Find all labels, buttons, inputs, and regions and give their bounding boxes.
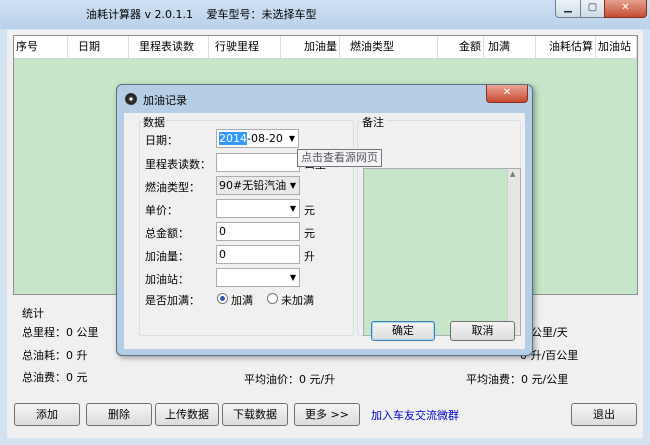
- column-header-fuel-type[interactable]: 燃油类型: [340, 36, 438, 58]
- unit-price-label: 单价：: [145, 204, 178, 217]
- km-per-day: 公里/天: [531, 326, 568, 339]
- column-header-distance[interactable]: 行驶里程: [209, 36, 281, 58]
- table-header: 序号 日期 里程表读数 行驶里程 加油量 燃油类型 金额 加满 油耗估算 加油站: [14, 36, 637, 59]
- upload-button[interactable]: 上传数据: [155, 403, 219, 426]
- station-select[interactable]: ▼: [216, 268, 300, 287]
- chevron-down-icon: ▼: [288, 134, 295, 143]
- app-icon: [125, 93, 137, 105]
- odometer-label: 里程表读数：: [145, 158, 211, 171]
- fuel-type-label: 燃油类型：: [145, 181, 200, 194]
- date-picker[interactable]: 2014-08-20 ▼: [216, 129, 299, 148]
- total-amount-label: 总金额：: [145, 227, 189, 240]
- column-header-index[interactable]: 序号: [14, 36, 68, 58]
- total-cost: 总油费：0 元: [22, 371, 88, 384]
- notes-scrollbar[interactable]: ▲ ▼: [507, 169, 520, 335]
- total-amount-unit: 元: [304, 227, 315, 240]
- chevron-down-icon: ▼: [289, 273, 296, 282]
- join-group-link[interactable]: 加入车友交流微群: [371, 407, 459, 423]
- car-model-label: 爱车型号：未选择车型: [206, 8, 317, 21]
- source-tooltip: 点击查看源网页: [297, 149, 382, 167]
- avg-fuel-price: 平均油价：0 元/升: [244, 373, 336, 386]
- cancel-button[interactable]: 取消: [450, 321, 515, 341]
- notes-textarea[interactable]: ▲ ▼: [363, 168, 521, 336]
- column-header-volume[interactable]: 加油量: [281, 36, 340, 58]
- window-title: 油耗计算器 v 2.0.1.1 爱车型号：未选择车型: [86, 6, 327, 22]
- close-button[interactable]: ✕: [604, 0, 647, 18]
- not-full-radio[interactable]: [267, 293, 278, 304]
- chevron-down-icon: ▼: [289, 204, 296, 213]
- download-button[interactable]: 下载数据: [222, 403, 288, 426]
- scroll-up-icon[interactable]: ▲: [510, 170, 515, 178]
- volume-input[interactable]: 0: [216, 245, 300, 264]
- column-header-odometer[interactable]: 里程表读数: [129, 36, 209, 58]
- full-radio[interactable]: [217, 293, 228, 304]
- minimize-button[interactable]: ▁: [555, 0, 581, 18]
- unit-price-unit: 元: [304, 204, 315, 217]
- exit-button[interactable]: 退出: [571, 403, 637, 426]
- app-window: 油耗计算器 v 2.0.1.1 爱车型号：未选择车型 ▁ ▢ ✕ 序号 日期 里…: [0, 0, 650, 445]
- fuel-type-value: 90#无铅汽油: [219, 179, 287, 192]
- column-header-station[interactable]: 加油站: [596, 36, 637, 58]
- delete-button[interactable]: 删除: [86, 403, 152, 426]
- odometer-input[interactable]: [216, 153, 300, 172]
- total-amount-input[interactable]: 0: [216, 222, 300, 241]
- ok-button[interactable]: 确定: [371, 321, 435, 341]
- dialog-close-button[interactable]: ✕: [486, 85, 528, 103]
- app-title: 油耗计算器 v 2.0.1.1: [86, 8, 193, 21]
- full-tank-label: 是否加满：: [145, 294, 200, 307]
- add-button[interactable]: 添加: [14, 403, 80, 426]
- fuel-type-select[interactable]: 90#无铅汽油 ▼: [216, 176, 300, 195]
- total-fuel: 总油耗：0 升: [22, 349, 88, 362]
- column-header-date[interactable]: 日期: [68, 36, 129, 58]
- title-bar: 油耗计算器 v 2.0.1.1 爱车型号：未选择车型 ▁ ▢ ✕: [0, 0, 650, 29]
- maximize-button[interactable]: ▢: [580, 0, 605, 18]
- refuel-record-dialog: 加油记录 ✕ 数据 备注 日期： 2014-08-20 ▼ 里程表读数： 公里 …: [116, 84, 533, 356]
- column-header-full[interactable]: 加满: [484, 36, 536, 58]
- total-mileage: 总里程：0 公里: [22, 326, 99, 339]
- station-label: 加油站：: [145, 273, 189, 286]
- column-header-amount[interactable]: 金额: [438, 36, 484, 58]
- data-group-label: 数据: [141, 114, 167, 130]
- chevron-down-icon: ▼: [289, 181, 296, 190]
- notes-group-label: 备注: [360, 114, 386, 130]
- stats-title: 统计: [22, 307, 44, 320]
- date-label: 日期：: [145, 134, 178, 147]
- more-button[interactable]: 更多 >>: [294, 403, 360, 426]
- not-full-radio-label[interactable]: 未加满: [281, 292, 314, 308]
- volume-unit: 升: [304, 250, 315, 263]
- column-header-consumption[interactable]: 油耗估算: [536, 36, 596, 58]
- avg-cost-per-km: 平均油费：0 元/公里: [466, 373, 569, 386]
- date-month-day: -08-20: [247, 132, 283, 145]
- full-radio-label[interactable]: 加满: [231, 292, 253, 308]
- date-year: 2014: [219, 132, 247, 145]
- dialog-title: 加油记录: [143, 94, 187, 107]
- volume-label: 加油量：: [145, 250, 189, 263]
- unit-price-select[interactable]: ▼: [216, 199, 300, 218]
